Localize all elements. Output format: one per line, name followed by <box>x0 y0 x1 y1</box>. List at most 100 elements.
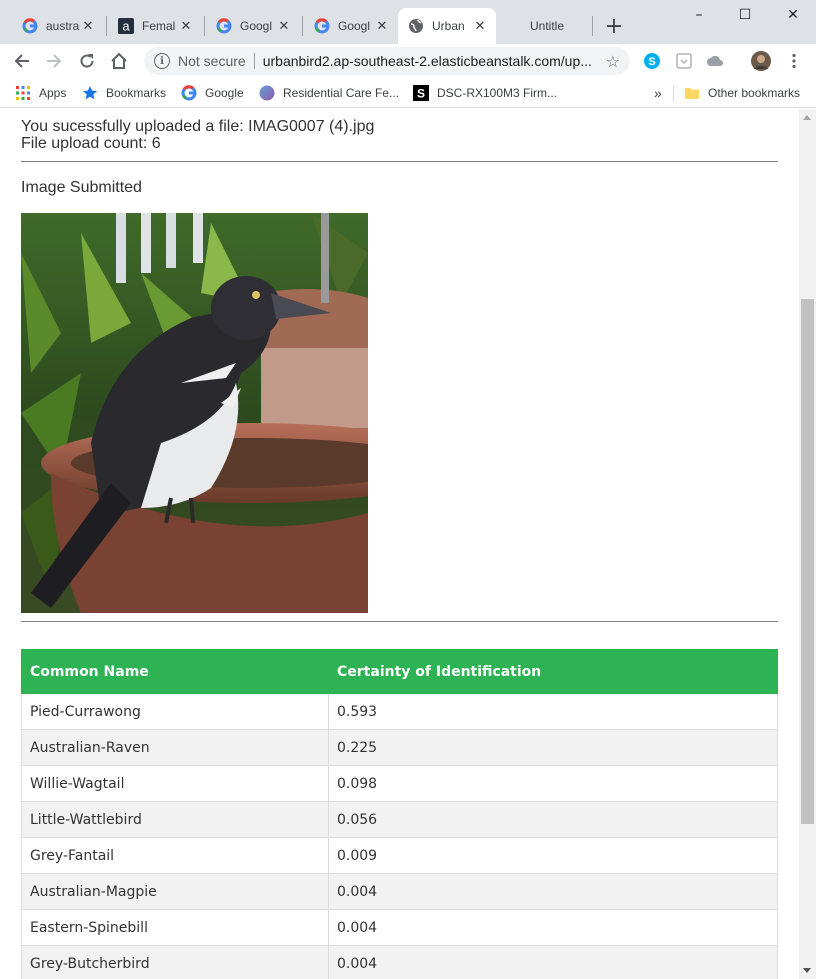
google-g-icon <box>216 18 232 34</box>
upload-count: File upload count: 6 <box>21 135 161 152</box>
security-label: Not secure <box>178 53 246 69</box>
submitted-bird-photo <box>21 213 368 613</box>
close-tab-icon[interactable]: ✕ <box>472 18 488 34</box>
vertical-scrollbar[interactable] <box>799 109 816 979</box>
scroll-down-arrow-icon[interactable] <box>803 968 811 973</box>
tab-4[interactable]: Googl ✕ <box>304 8 398 44</box>
certainty-cell: 0.004 <box>328 873 778 910</box>
tab-2[interactable]: a Femal ✕ <box>108 8 202 44</box>
back-button[interactable] <box>8 47 36 75</box>
certainty-cell: 0.056 <box>328 801 778 838</box>
divider <box>21 621 778 622</box>
common-name-cell: Grey-Fantail <box>21 837 329 874</box>
column-header-common-name: Common Name <box>21 649 329 694</box>
bookmark-bookmarks[interactable]: Bookmarks <box>82 84 166 102</box>
scrollbar-thumb[interactable] <box>801 299 814 824</box>
google-g-icon <box>314 18 330 34</box>
bookmark-google[interactable]: Google <box>181 84 244 102</box>
bookmark-star-icon[interactable]: ☆ <box>606 52 620 71</box>
close-tab-icon[interactable]: ✕ <box>374 18 390 34</box>
table-row: Willie-Wagtail 0.098 <box>21 765 778 802</box>
home-button[interactable] <box>105 47 133 75</box>
bookmark-apps[interactable]: Apps <box>15 84 66 102</box>
back-arrow-icon <box>14 54 29 68</box>
maximize-button[interactable]: ☐ <box>722 0 768 30</box>
svg-text:S: S <box>648 56 655 68</box>
svg-text:S: S <box>417 87 425 101</box>
apps-grid-icon <box>15 85 31 101</box>
image-heading: Image Submitted <box>21 179 142 196</box>
table-row: Grey-Fantail 0.009 <box>21 837 778 874</box>
folder-icon <box>684 85 700 101</box>
table-row: Pied-Currawong 0.593 <box>21 693 778 730</box>
close-window-button[interactable]: ✕ <box>770 0 816 30</box>
table-row: Grey-Butcherbird 0.004 <box>21 945 778 979</box>
close-tab-icon[interactable]: ✕ <box>178 18 194 34</box>
forward-button[interactable] <box>40 47 68 75</box>
other-bookmarks[interactable]: Other bookmarks <box>684 84 800 102</box>
common-name-cell: Willie-Wagtail <box>21 765 329 802</box>
reload-button[interactable] <box>73 47 101 75</box>
page-viewport: You sucessfully uploaded a file: IMAG000… <box>0 109 799 979</box>
bookmark-dsc-firmware[interactable]: S DSC-RX100M3 Firm... <box>413 84 557 102</box>
star-icon <box>82 85 98 101</box>
close-tab-icon[interactable]: ✕ <box>80 18 96 34</box>
close-tab-icon[interactable]: ✕ <box>276 18 292 34</box>
pocket-extension-icon[interactable] <box>675 52 693 70</box>
url-text[interactable]: urbanbird2.ap-southeast-2.elasticbeansta… <box>263 53 600 69</box>
divider <box>21 161 778 162</box>
bookmark-label: Google <box>205 86 244 100</box>
certainty-cell: 0.004 <box>328 945 778 979</box>
bookmark-label: Apps <box>39 86 67 100</box>
forward-arrow-icon <box>47 54 62 68</box>
omnibox-divider <box>253 53 255 69</box>
bookmarks-overflow-button[interactable]: » <box>654 84 662 102</box>
table-row: Australian-Raven 0.225 <box>21 729 778 766</box>
identification-results-table: Common Name Certainty of Identification … <box>21 649 778 979</box>
certainty-cell: 0.009 <box>328 837 778 874</box>
bookmark-label: Other bookmarks <box>708 86 801 100</box>
minimize-button[interactable]: – <box>676 0 722 30</box>
column-header-certainty: Certainty of Identification <box>328 649 778 694</box>
certainty-cell: 0.225 <box>328 729 778 766</box>
chrome-menu-icon[interactable] <box>785 52 803 70</box>
tab-title: austra <box>46 19 80 33</box>
bookmark-residential-care[interactable]: Residential Care Fe... <box>259 84 399 102</box>
tab-6[interactable]: Untitle <box>496 8 592 44</box>
s-logo-icon: S <box>413 85 429 101</box>
common-name-cell: Pied-Currawong <box>21 693 329 730</box>
tab-title: Googl <box>240 19 273 33</box>
tab-title: Femal <box>142 19 176 33</box>
tab-3[interactable]: Googl ✕ <box>206 8 300 44</box>
table-row: Little-Wattlebird 0.056 <box>21 801 778 838</box>
address-bar[interactable]: i Not secure urbanbird2.ap-southeast-2.e… <box>144 47 630 75</box>
bookmarks-bar: Apps Bookmarks Google Residential Care F… <box>0 78 816 108</box>
new-tab-button[interactable]: + <box>600 12 628 40</box>
skype-extension-icon[interactable]: S <box>643 52 661 70</box>
tab-title: Urban <box>432 19 465 33</box>
tab-separator <box>106 16 107 36</box>
svg-text:a: a <box>122 19 130 34</box>
certainty-cell: 0.593 <box>328 693 778 730</box>
browser-toolbar: i Not secure urbanbird2.ap-southeast-2.e… <box>0 44 816 78</box>
tab-1[interactable]: austra ✕ <box>12 8 104 44</box>
amazon-a-icon: a <box>118 18 134 34</box>
profile-avatar[interactable] <box>750 50 772 72</box>
tab-strip: austra ✕ a Femal ✕ Googl ✕ Googl ✕ Urban… <box>0 0 816 44</box>
info-icon[interactable]: i <box>154 53 170 69</box>
upload-success-message: You sucessfully uploaded a file: IMAG000… <box>21 118 375 135</box>
tab-title: Untitle <box>530 19 565 33</box>
scroll-up-arrow-icon[interactable] <box>803 115 811 120</box>
google-g-icon <box>22 18 38 34</box>
globe-icon <box>408 18 424 34</box>
bookmark-label: Bookmarks <box>106 86 167 100</box>
table-row: Eastern-Spinebill 0.004 <box>21 909 778 946</box>
common-name-cell: Australian-Magpie <box>21 873 329 910</box>
tab-5-active[interactable]: Urban ✕ <box>398 8 496 44</box>
table-header-row: Common Name Certainty of Identification <box>21 649 778 694</box>
common-name-cell: Little-Wattlebird <box>21 801 329 838</box>
bookmark-label: DSC-RX100M3 Firm... <box>437 86 558 100</box>
bookmarks-divider <box>673 85 674 102</box>
google-g-icon <box>181 85 197 101</box>
cloud-extension-icon[interactable] <box>706 52 724 70</box>
